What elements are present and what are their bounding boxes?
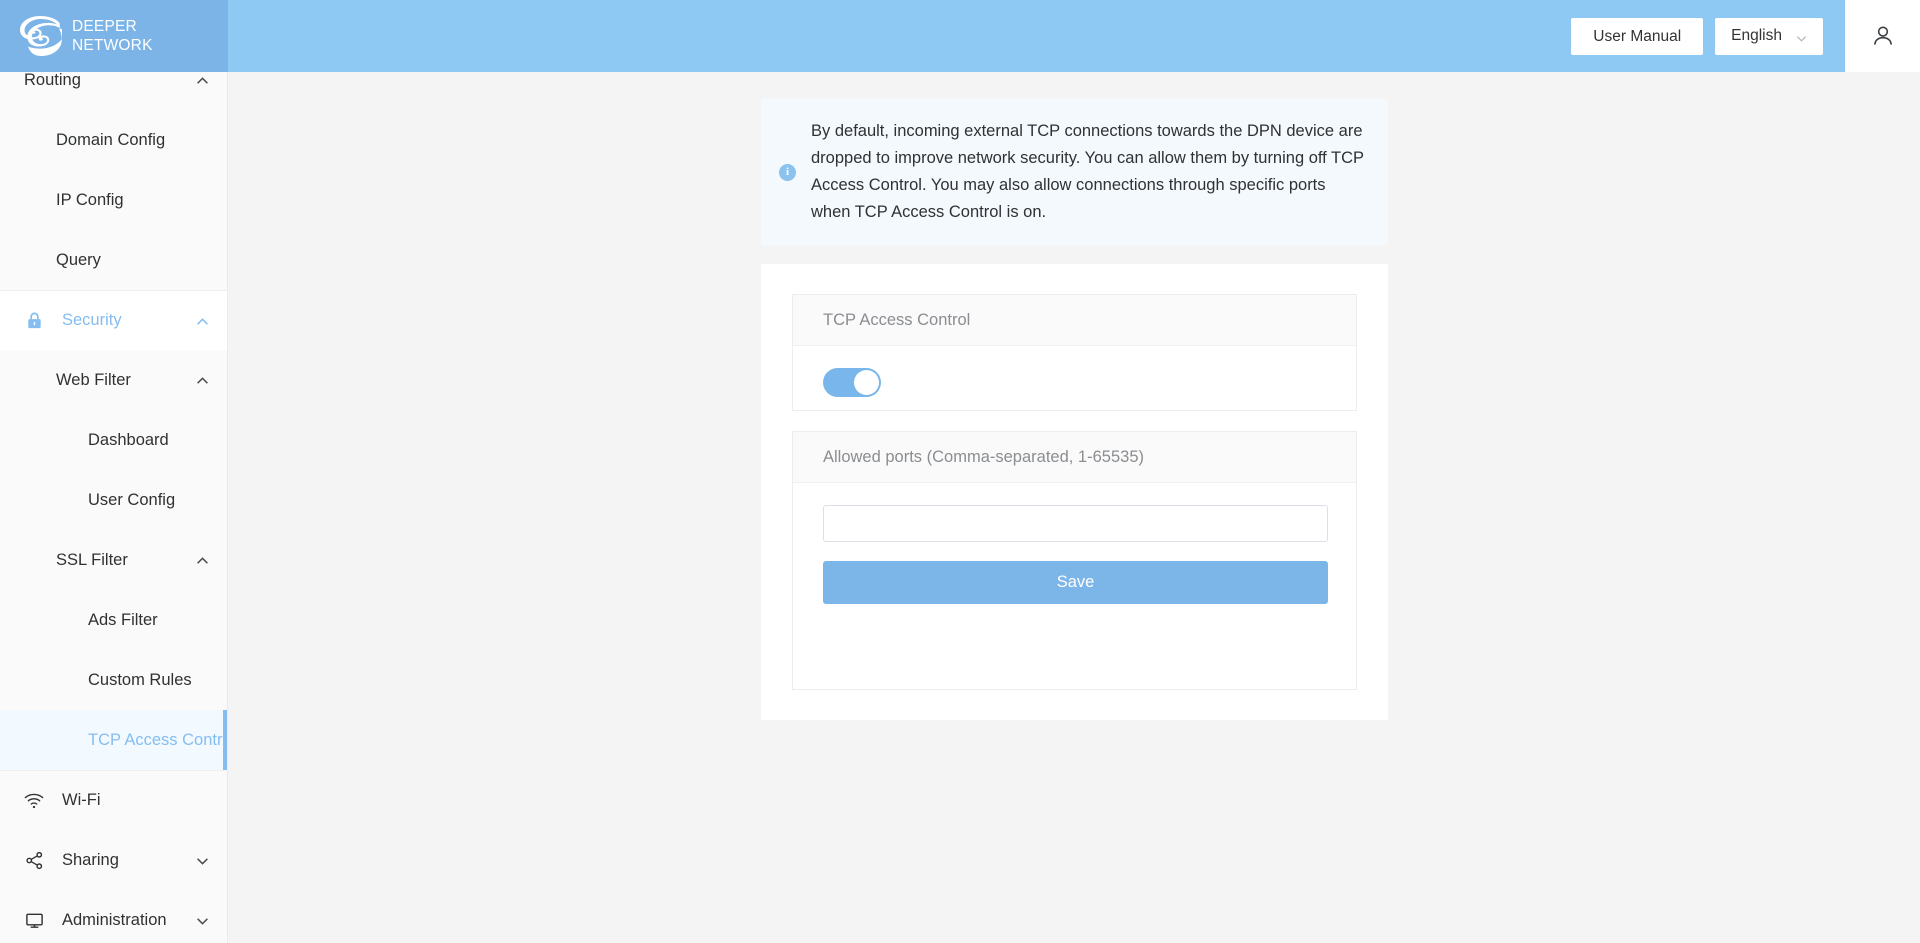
sidebar-item-web-filter[interactable]: Web Filter [0, 350, 227, 410]
sidebar-item-domain-config[interactable]: Domain Config [0, 110, 227, 170]
info-banner: i By default, incoming external TCP conn… [761, 99, 1388, 245]
tcp-access-control-card: TCP Access Control [792, 294, 1357, 411]
chevron-up-icon [196, 314, 209, 327]
active-indicator-bar [223, 710, 227, 770]
wifi-icon [24, 791, 44, 811]
sidebar-item-label: Ads Filter [88, 610, 158, 629]
sidebar-item-ip-config[interactable]: IP Config [0, 170, 227, 230]
header-actions: User Manual English [1571, 0, 1845, 72]
toggle-knob [854, 370, 879, 395]
sidebar-item-label: TCP Access Control [88, 730, 228, 749]
chevron-down-icon [1796, 31, 1807, 42]
sidebar-item-label: Administration [62, 910, 167, 929]
sidebar-item-label: Custom Rules [88, 670, 192, 689]
sidebar-item-tcp-access-control[interactable]: TCP Access Control [0, 710, 227, 770]
sidebar-item-administration[interactable]: Administration [0, 890, 227, 943]
sidebar-item-label: Routing [24, 70, 81, 89]
sidebar-item-label: Dashboard [88, 430, 169, 449]
sidebar-item-security[interactable]: Security [0, 290, 227, 350]
monitor-icon [24, 910, 44, 930]
share-nodes-icon [24, 850, 44, 870]
save-button[interactable]: Save [823, 561, 1328, 604]
sidebar-item-label: SSL Filter [56, 550, 128, 569]
info-banner-text: By default, incoming external TCP connec… [811, 122, 1364, 221]
sidebar-item-label: IP Config [56, 190, 124, 209]
sidebar-item-dashboard[interactable]: Dashboard [0, 410, 227, 470]
sidebar-item-label: Query [56, 250, 101, 269]
account-button[interactable] [1845, 0, 1920, 72]
sidebar-item-wifi[interactable]: Wi-Fi [0, 770, 227, 830]
lock-icon [24, 311, 44, 331]
chevron-up-icon [196, 374, 209, 387]
header-spacer [228, 0, 1571, 72]
allowed-ports-input[interactable] [823, 505, 1328, 542]
allowed-ports-title: Allowed ports (Comma-separated, 1-65535) [793, 432, 1356, 483]
settings-panel: TCP Access Control Allowed ports (Comma-… [761, 264, 1388, 720]
tcp-access-control-title: TCP Access Control [793, 295, 1356, 346]
chevron-up-icon [196, 74, 209, 87]
language-value: English [1731, 27, 1782, 44]
top-header: DEEPER NETWORK User Manual English [0, 0, 1920, 72]
sidebar-item-label: Domain Config [56, 130, 166, 149]
sidebar-item-query[interactable]: Query [0, 230, 227, 290]
deeper-spiral-logo-icon [18, 16, 65, 56]
allowed-ports-card: Allowed ports (Comma-separated, 1-65535)… [792, 431, 1357, 690]
main-content: i By default, incoming external TCP conn… [228, 72, 1920, 943]
user-icon [1870, 23, 1896, 49]
sidebar-nav: Routing Domain Config IP Config Query Se… [0, 0, 228, 943]
chevron-down-icon [196, 854, 209, 867]
chevron-down-icon [196, 914, 209, 927]
brand-block: DEEPER NETWORK [0, 0, 228, 72]
tcp-access-control-toggle[interactable] [823, 368, 881, 397]
tcp-access-control-body [793, 346, 1356, 402]
sidebar-item-label: Sharing [62, 850, 119, 869]
sidebar-item-sharing[interactable]: Sharing [0, 830, 227, 890]
allowed-ports-body: Save [793, 483, 1356, 604]
language-selector[interactable]: English [1715, 17, 1823, 55]
sidebar-item-user-config[interactable]: User Config [0, 470, 227, 530]
chevron-up-icon [196, 554, 209, 567]
sidebar-item-ssl-filter[interactable]: SSL Filter [0, 530, 227, 590]
sidebar-item-label: Wi-Fi [62, 791, 101, 809]
info-circle-icon: i [779, 163, 796, 181]
sidebar-item-custom-rules[interactable]: Custom Rules [0, 650, 227, 710]
app-root: DEEPER NETWORK User Manual English Routi… [0, 0, 1920, 943]
user-manual-button[interactable]: User Manual [1571, 17, 1704, 55]
sidebar-item-label: Web Filter [56, 370, 131, 389]
sidebar-item-ads-filter[interactable]: Ads Filter [0, 590, 227, 650]
brand-name: DEEPER NETWORK [72, 18, 153, 54]
sidebar-item-label: User Config [88, 490, 176, 509]
sidebar-item-label: Security [62, 311, 122, 329]
